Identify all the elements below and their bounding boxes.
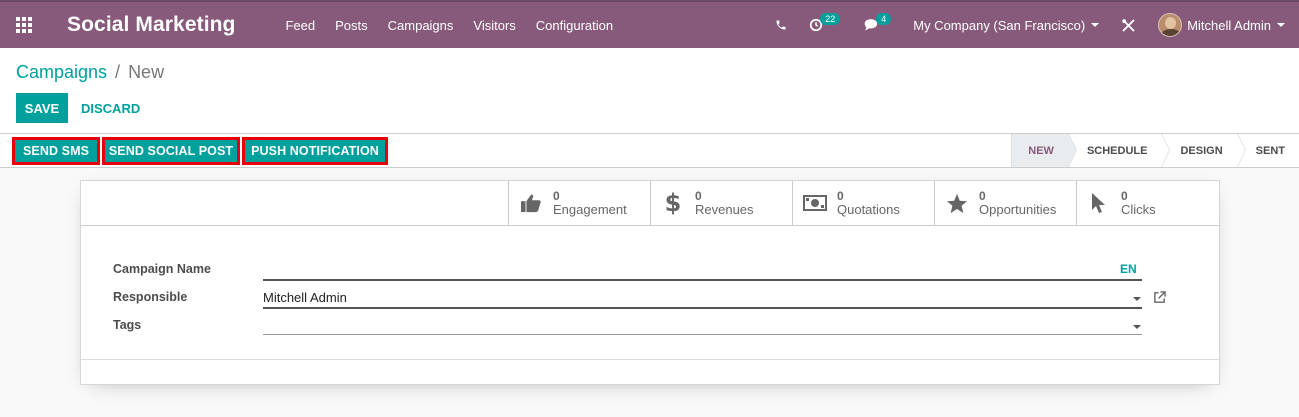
stage-design[interactable]: DESIGN [1161, 134, 1246, 167]
breadcrumb: Campaigns / New [16, 62, 164, 83]
responsible-input[interactable] [263, 293, 1142, 309]
menu-item-feed[interactable]: Feed [275, 18, 325, 33]
app-title[interactable]: Social Marketing [67, 13, 235, 37]
tags-label: Tags [113, 318, 142, 332]
opportunities-value: 0 [979, 189, 986, 203]
breadcrumb-campaigns-link[interactable]: Campaigns [16, 62, 107, 83]
opportunities-stat-button[interactable]: 0 Opportunities [934, 181, 1076, 225]
push-notification-button[interactable]: PUSH NOTIFICATION [242, 137, 388, 165]
smart-button-box: 0 Engagement $ 0 Revenues 0 Quotations 0… [81, 181, 1219, 226]
breadcrumb-current: New [128, 62, 165, 82]
caret-down-icon[interactable] [1133, 325, 1141, 329]
revenues-value: 0 [695, 189, 702, 203]
clicks-value: 0 [1121, 189, 1128, 203]
external-link-icon[interactable] [1153, 291, 1167, 305]
save-button[interactable]: SAVE [16, 93, 68, 123]
caret-down-icon [1277, 23, 1285, 27]
clicks-stat-button[interactable]: 0 Clicks [1076, 181, 1218, 225]
user-avatar [1158, 13, 1183, 37]
quotations-stat-button[interactable]: 0 Quotations [792, 181, 934, 225]
engagement-stat-button[interactable]: 0 Engagement [508, 181, 650, 225]
dollar-icon: $ [664, 189, 682, 217]
apps-grid-icon [16, 17, 32, 33]
phone-button[interactable] [775, 19, 787, 31]
revenues-stat-button[interactable]: $ 0 Revenues [650, 181, 792, 225]
clicks-label: Clicks [1121, 202, 1156, 217]
form-sheet: 0 Engagement $ 0 Revenues 0 Quotations 0… [80, 180, 1220, 385]
main-menu: Feed Posts Campaigns Visitors Configurat… [275, 18, 623, 33]
cursor-icon [1077, 192, 1121, 214]
star-icon [935, 193, 979, 214]
messages-button[interactable]: 4 [864, 13, 892, 32]
sheet-divider [81, 359, 1219, 360]
campaign-name-input[interactable] [263, 265, 1142, 281]
activities-button[interactable]: 22 [809, 13, 841, 32]
quotations-label: Quotations [837, 202, 900, 217]
engagement-label: Engagement [553, 202, 627, 217]
activities-count-badge: 22 [820, 13, 841, 25]
opportunities-label: Opportunities [979, 202, 1057, 217]
language-toggle[interactable]: EN [1120, 262, 1137, 276]
stage-new[interactable]: NEW [1011, 134, 1077, 167]
menu-item-visitors[interactable]: Visitors [463, 18, 525, 33]
engagement-value: 0 [553, 189, 560, 203]
user-name: Mitchell Admin [1187, 17, 1271, 33]
menu-item-configuration[interactable]: Configuration [526, 18, 623, 33]
phone-icon [776, 20, 786, 30]
quotations-value: 0 [837, 189, 844, 203]
navbar-systray: 22 4 My Company (San Francisco) Mitchell… [775, 2, 1299, 48]
caret-down-icon[interactable] [1133, 297, 1141, 301]
form-statusbar: SEND SMS SEND SOCIAL POST PUSH NOTIFICAT… [0, 134, 1299, 168]
apps-menu-button[interactable] [0, 2, 48, 48]
responsible-label: Responsible [113, 290, 188, 304]
send-sms-button[interactable]: SEND SMS [12, 137, 100, 165]
menu-item-posts[interactable]: Posts [325, 18, 378, 33]
debug-tools-button[interactable] [1121, 18, 1136, 33]
company-name: My Company (San Francisco) [913, 17, 1086, 33]
thumbs-up-icon [509, 193, 553, 213]
money-icon [793, 195, 837, 211]
stage-schedule[interactable]: SCHEDULE [1067, 134, 1170, 167]
revenues-label: Revenues [695, 202, 754, 217]
campaign-name-label: Campaign Name [113, 262, 211, 276]
tools-icon [1122, 18, 1135, 31]
menu-item-campaigns[interactable]: Campaigns [378, 18, 464, 33]
top-navbar: Social Marketing Feed Posts Campaigns Vi… [0, 0, 1299, 48]
user-menu[interactable]: Mitchell Admin [1158, 13, 1285, 37]
caret-down-icon [1091, 23, 1100, 27]
breadcrumb-separator: / [115, 62, 121, 82]
messages-count-badge: 4 [876, 13, 892, 25]
control-panel: Campaigns / New SAVE DISCARD [0, 48, 1299, 134]
discard-button[interactable]: DISCARD [81, 93, 140, 123]
send-social-post-button[interactable]: SEND SOCIAL POST [102, 137, 240, 165]
stage-pipeline: NEW SCHEDULE DESIGN SENT [1011, 134, 1299, 167]
company-switcher[interactable]: My Company (San Francisco) [913, 17, 1100, 33]
stage-sent[interactable]: SENT [1236, 134, 1299, 167]
tags-input[interactable] [263, 319, 1142, 335]
